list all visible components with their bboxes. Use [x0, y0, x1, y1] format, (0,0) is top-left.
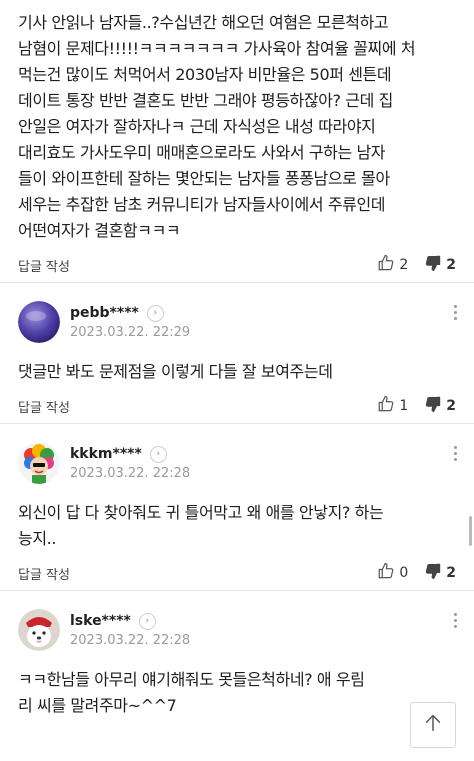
- vote-group: 1 2: [377, 395, 456, 417]
- scroll-to-top-button[interactable]: [410, 702, 456, 748]
- dislike-count: 2: [446, 398, 456, 414]
- username[interactable]: pebb****: [70, 305, 139, 321]
- like-count: 1: [399, 398, 409, 414]
- comment-line: 외신이 답 다 찾아줘도 귀 틀어막고 왜 애를 안낳지? 하는: [18, 503, 384, 522]
- like-button[interactable]: 1: [377, 395, 408, 417]
- comment-actions: 답글 작성 0 2: [18, 556, 456, 590]
- timestamp: 2023.03.22. 22:29: [70, 324, 191, 340]
- comment-line: 안일은 여자가 잘하자나ㅋ 근데 자식성은 내성 따라야지: [18, 117, 376, 136]
- timestamp: 2023.03.22. 22:28: [70, 465, 191, 481]
- more-vertical-icon[interactable]: [450, 613, 460, 628]
- thumbs-down-icon: [424, 395, 442, 417]
- comment-meta: lske**** › 2023.03.22. 22:28: [70, 612, 191, 648]
- dislike-button[interactable]: 2: [424, 395, 456, 417]
- comment-line: 들이 와이프한테 잘하는 몇안되는 남자들 퐁퐁남으로 몰아: [18, 169, 390, 188]
- comment-header: pebb**** › 2023.03.22. 22:29: [18, 301, 456, 343]
- timestamp: 2023.03.22. 22:28: [70, 632, 191, 648]
- reply-button[interactable]: 답글 작성: [18, 564, 70, 583]
- comment-line: 대리효도 가사도우미 매매혼으로라도 사와서 구하는 남자: [18, 143, 386, 162]
- vote-group: 2 2: [377, 254, 456, 276]
- comment-actions: 답글 작성 2 2: [18, 248, 456, 282]
- username[interactable]: lske****: [70, 613, 131, 629]
- comment-meta: pebb**** › 2023.03.22. 22:29: [70, 304, 191, 340]
- comment-header: lske**** › 2023.03.22. 22:28: [18, 609, 456, 651]
- comment-line: 세우는 추잡한 남초 커뮤니티가 남자들사이에서 주류인데: [18, 195, 386, 214]
- comment-header: kkkm**** › 2023.03.22. 22:28: [18, 442, 456, 484]
- thumbs-up-icon: [377, 395, 395, 417]
- like-count: 0: [399, 565, 409, 581]
- comment-line: 리 씨를 말려주마~^^7: [18, 696, 177, 715]
- like-count: 2: [399, 257, 409, 273]
- dislike-button[interactable]: 2: [424, 562, 456, 584]
- comment-item: lske**** › 2023.03.22. 22:28 ㅋㅋ한남들 아무리 얘…: [0, 591, 474, 719]
- comment-body: 기사 안읽나 남자들..?수십년간 해오던 여혐은 모른척하고 남혐이 문제다!…: [18, 10, 456, 244]
- avatar[interactable]: [18, 442, 60, 484]
- chevron-right-icon[interactable]: ›: [149, 445, 167, 463]
- chevron-right-icon[interactable]: ›: [146, 304, 164, 322]
- comment-item: kkkm**** › 2023.03.22. 22:28 외신이 답 다 찾아줘…: [0, 424, 474, 590]
- user-line: lske**** ›: [70, 612, 190, 630]
- comment-line: 데이트 통장 반반 결혼도 반반 그래야 평등하잖아? 근데 집: [18, 91, 393, 110]
- more-vertical-icon[interactable]: [450, 305, 460, 320]
- comment-body: 외신이 답 다 찾아줘도 귀 틀어막고 왜 애를 안낳지? 하는 능지..: [18, 500, 456, 552]
- comment-line: 남혐이 문제다!!!!!ㅋㅋㅋㅋㅋㅋㅋ 가사육아 참여율 꼴찌에 처: [18, 39, 416, 58]
- comment-item: pebb**** › 2023.03.22. 22:29 댓글만 봐도 문제점을…: [0, 283, 474, 423]
- reply-button[interactable]: 답글 작성: [18, 256, 70, 275]
- more-vertical-icon[interactable]: [450, 446, 460, 461]
- comment-line: ㅋㅋ한남들 아무리 얘기해줘도 못들은척하네? 애 우림: [18, 670, 365, 689]
- user-line: pebb**** ›: [70, 304, 190, 322]
- comment-actions: 답글 작성 1 2: [18, 389, 456, 423]
- thumbs-down-icon: [424, 254, 442, 276]
- comment-meta: kkkm**** › 2023.03.22. 22:28: [70, 445, 191, 481]
- dislike-count: 2: [446, 257, 456, 273]
- thumbs-up-icon: [377, 254, 395, 276]
- thumbs-up-icon: [377, 562, 395, 584]
- arrow-up-icon: [422, 712, 444, 738]
- vote-group: 0 2: [377, 562, 456, 584]
- comment-line: 능지..: [18, 529, 57, 548]
- comment-line: 기사 안읽나 남자들..?수십년간 해오던 여혐은 모른척하고: [18, 13, 389, 32]
- comment-body: 댓글만 봐도 문제점을 이렇게 다들 잘 보여주는데: [18, 359, 456, 385]
- dislike-button[interactable]: 2: [424, 254, 456, 276]
- comment-line: 어떤여자가 결혼함ㅋㅋㅋ: [18, 221, 181, 240]
- username[interactable]: kkkm****: [70, 446, 142, 462]
- scrollbar[interactable]: [469, 516, 472, 546]
- thumbs-down-icon: [424, 562, 442, 584]
- chevron-right-icon[interactable]: ›: [138, 612, 156, 630]
- like-button[interactable]: 0: [377, 562, 408, 584]
- reply-button[interactable]: 답글 작성: [18, 397, 70, 416]
- user-line: kkkm**** ›: [70, 445, 190, 463]
- comment-line: 댓글만 봐도 문제점을 이렇게 다들 잘 보여주는데: [18, 362, 333, 381]
- comment-body: ㅋㅋ한남들 아무리 얘기해줘도 못들은척하네? 애 우림 리 씨를 말려주마~^…: [18, 667, 456, 719]
- avatar[interactable]: [18, 609, 60, 651]
- dislike-count: 2: [446, 565, 456, 581]
- comment-top: 기사 안읽나 남자들..?수십년간 해오던 여혐은 모른척하고 남혐이 문제다!…: [0, 0, 474, 282]
- comment-line: 먹는건 많이도 처먹어서 2030남자 비만율은 50퍼 센튼데: [18, 65, 392, 84]
- like-button[interactable]: 2: [377, 254, 408, 276]
- avatar[interactable]: [18, 301, 60, 343]
